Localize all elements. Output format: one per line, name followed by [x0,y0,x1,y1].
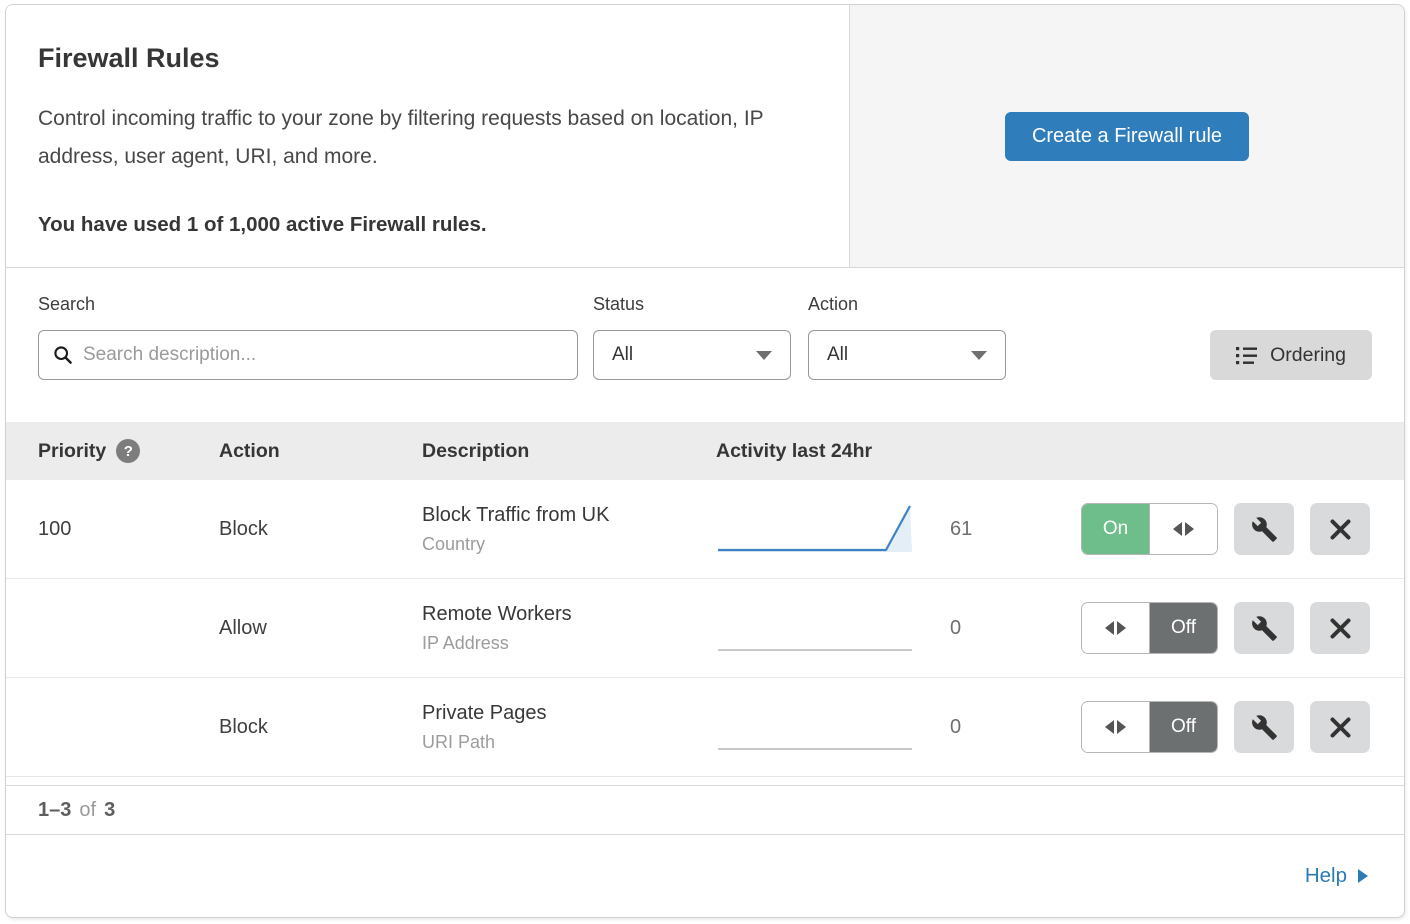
rules-table: Priority ? Action Description Activity l… [6,422,1404,777]
activity-value: 61 [950,518,972,541]
priority-cell: 100 [6,518,187,541]
activity-sparkline [716,500,916,558]
page-description: Control incoming traffic to your zone by… [38,100,801,176]
edit-rule-button[interactable] [1234,503,1294,555]
delete-rule-button[interactable] [1310,503,1370,555]
action-cell: Block [187,518,390,541]
row-controls: Off [1081,602,1404,654]
activity-value: 0 [950,617,961,640]
header-section: Firewall Rules Control incoming traffic … [6,5,1404,268]
pagination-range: 1–3 [38,799,71,822]
delete-rule-button[interactable] [1310,602,1370,654]
edit-rule-button[interactable] [1234,602,1294,654]
action-filter-group: Action All [808,294,1023,380]
help-link-label: Help [1305,864,1347,888]
table-header-row: Priority ? Action Description Activity l… [6,422,1404,480]
toggle-handle-icon [1082,603,1149,653]
rule-enabled-toggle[interactable]: On [1081,503,1218,555]
column-header-priority: Priority ? [6,439,187,463]
description-cell: Remote Workers IP Address [390,603,684,654]
toggle-on-label: On [1082,504,1150,554]
rule-description: Remote Workers [422,603,684,626]
edit-rule-button[interactable] [1234,701,1294,753]
firewall-rules-card: Firewall Rules Control incoming traffic … [5,4,1405,918]
row-controls: Off [1081,701,1404,753]
column-header-action: Action [187,440,390,463]
ordering-button-label: Ordering [1270,344,1346,367]
right-arrow-icon [1358,869,1368,883]
search-box[interactable] [38,330,578,380]
toggle-handle-icon [1082,702,1149,752]
ordering-button[interactable]: Ordering [1210,330,1372,380]
column-header-activity: Activity last 24hr [684,440,1081,463]
filters-bar: Search Status All Action All [6,268,1404,422]
create-firewall-rule-button[interactable]: Create a Firewall rule [1005,112,1249,161]
delete-rule-button[interactable] [1310,701,1370,753]
rule-match-type: Country [422,534,684,555]
search-icon [53,345,73,365]
close-icon [1329,518,1352,541]
page-title: Firewall Rules [38,43,801,74]
chevron-down-icon [756,351,772,360]
close-icon [1329,716,1352,739]
header-action-panel: Create a Firewall rule [849,5,1404,267]
rule-match-type: IP Address [422,633,684,654]
activity-cell: 61 [684,500,1081,558]
toggle-handle-icon [1150,504,1217,554]
row-controls: On [1081,503,1404,555]
action-cell: Allow [187,617,390,640]
help-link[interactable]: Help [1305,864,1368,888]
usage-note: You have used 1 of 1,000 active Firewall… [38,213,801,237]
status-select[interactable]: All [593,330,791,380]
column-header-description: Description [390,440,684,463]
rule-enabled-toggle[interactable]: Off [1081,701,1218,753]
rule-description: Block Traffic from UK [422,504,684,527]
status-selected-value: All [612,344,633,366]
search-label: Search [38,294,593,315]
action-cell: Block [187,716,390,739]
rule-match-type: URI Path [422,732,684,753]
action-selected-value: All [827,344,848,366]
table-row: Allow Remote Workers IP Address 0 Off [6,579,1404,678]
pagination-total: 3 [104,799,115,822]
action-label: Action [808,294,1023,315]
table-row: 100 Block Block Traffic from UK Country … [6,480,1404,579]
wrench-icon [1251,516,1278,543]
help-bar: Help [6,835,1404,917]
action-select[interactable]: All [808,330,1006,380]
status-filter-group: Status All [593,294,808,380]
search-input[interactable] [83,344,563,366]
list-icon [1236,346,1258,365]
rule-enabled-toggle[interactable]: Off [1081,602,1218,654]
activity-sparkline [716,698,916,756]
activity-sparkline [716,599,916,657]
toggle-off-label: Off [1149,603,1217,653]
description-cell: Private Pages URI Path [390,702,684,753]
activity-value: 0 [950,716,961,739]
toggle-off-label: Off [1149,702,1217,752]
description-cell: Block Traffic from UK Country [390,504,684,555]
priority-help-icon[interactable]: ? [116,439,140,463]
activity-cell: 0 [684,698,1081,756]
chevron-down-icon [971,351,987,360]
activity-cell: 0 [684,599,1081,657]
header-text-block: Firewall Rules Control incoming traffic … [6,5,849,267]
pagination-of: of [79,799,96,822]
table-row: Block Private Pages URI Path 0 Off [6,678,1404,777]
status-label: Status [593,294,808,315]
rule-description: Private Pages [422,702,684,725]
wrench-icon [1251,714,1278,741]
close-icon [1329,617,1352,640]
search-filter-group: Search [38,294,593,380]
wrench-icon [1251,615,1278,642]
pagination-bar: 1–3 of 3 [6,785,1404,835]
